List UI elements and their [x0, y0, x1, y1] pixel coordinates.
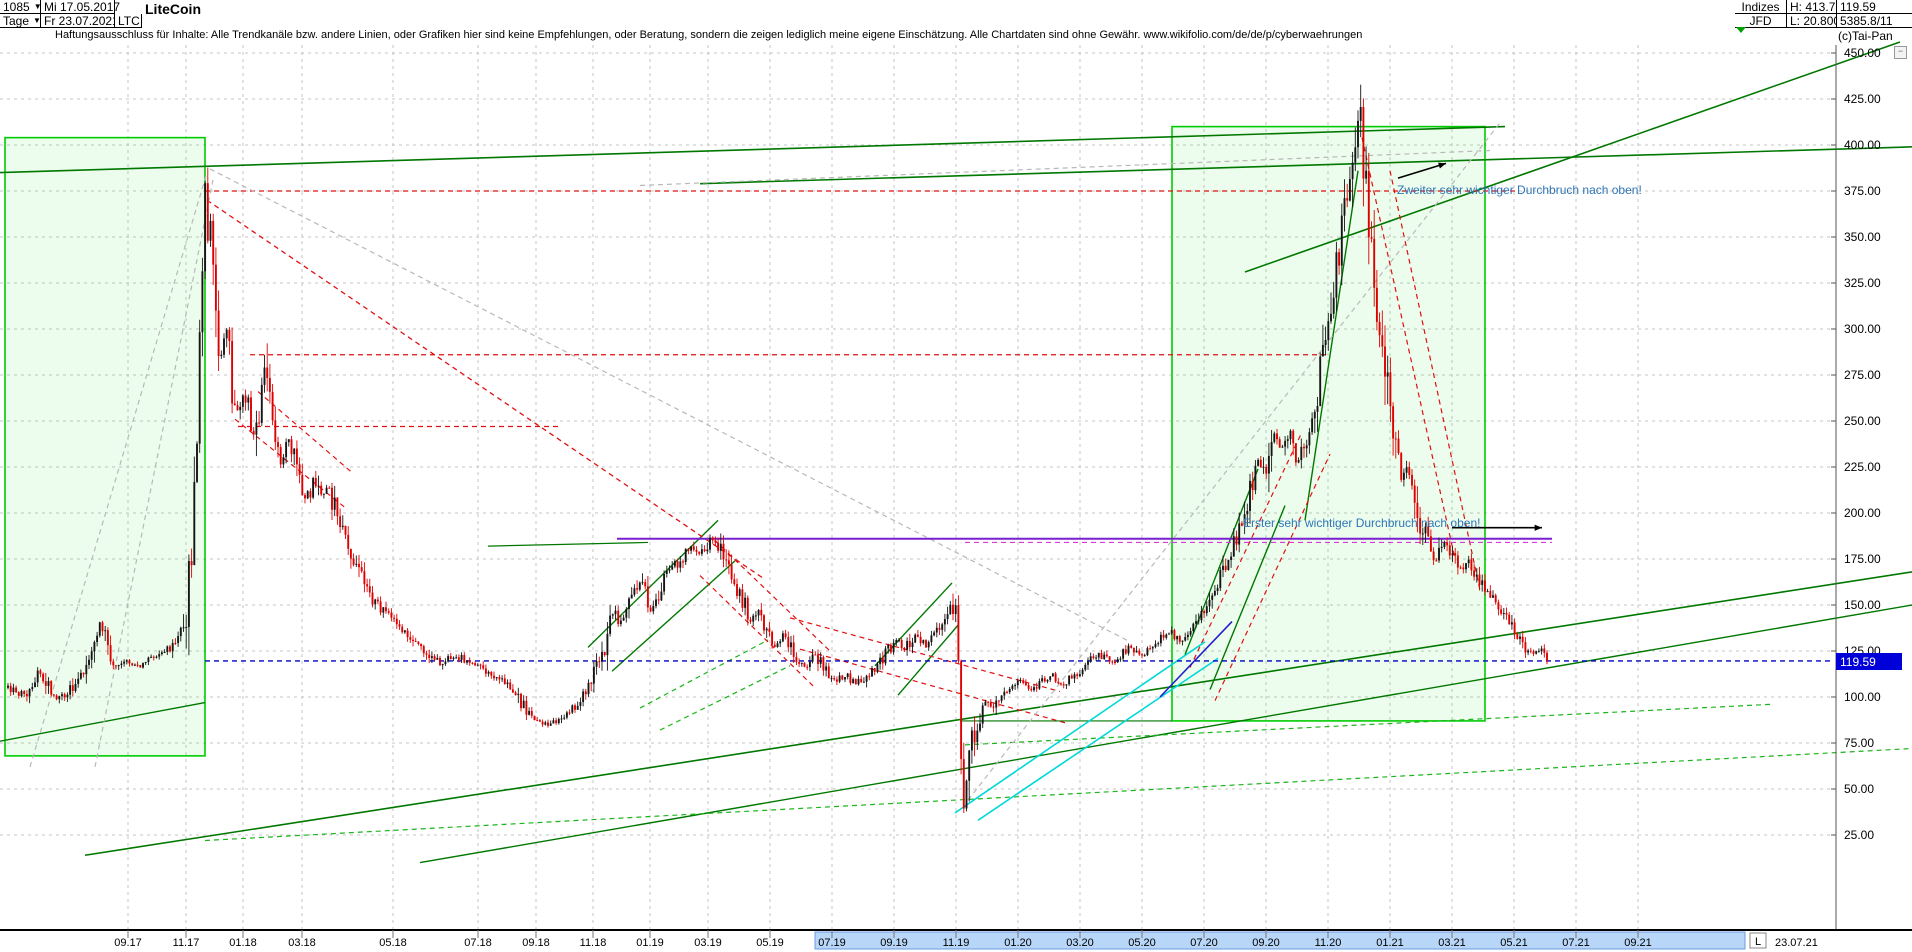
y-tick-label: 50.00: [1844, 782, 1874, 796]
provider-row1-cell: Indizes: [1735, 0, 1787, 14]
last-date-label: 23.07.21: [1775, 937, 1818, 949]
x-tick-label: 03.18: [288, 937, 316, 949]
symbol-code-cell: LTC: [115, 14, 142, 28]
x-tick-label: 09.19: [880, 937, 908, 949]
y-tick-label: 250.00: [1844, 414, 1881, 428]
x-tick-label: 11.17: [173, 937, 200, 949]
y-tick-label: 25.00: [1844, 828, 1874, 842]
x-tick-label: 05.18: [379, 937, 407, 949]
y-tick-label: 300.00: [1844, 322, 1881, 336]
current-price-value: 119.59: [1840, 655, 1876, 669]
annotation-first-breakout: Erster sehr wichtiger Durchbruch nach ob…: [1243, 516, 1480, 530]
annotation-second-breakout: Zweiter sehr wichtiger Durchbruch nach o…: [1397, 183, 1642, 197]
y-tick-label: 375.00: [1844, 184, 1881, 198]
extra-value-cell: 5385.8/11: [1837, 14, 1912, 28]
x-tick-label: 09.21: [1624, 937, 1652, 949]
x-tick-label: 03.20: [1066, 937, 1094, 949]
high-value: H: 413.78: [1790, 0, 1842, 14]
y-tick-label: 425.00: [1844, 92, 1881, 106]
x-tick-label: 07.20: [1190, 937, 1218, 949]
x-tick-label: 01.19: [636, 937, 664, 949]
x-tick-label: 09.18: [522, 937, 550, 949]
chevron-down-icon: ▼: [33, 16, 41, 25]
x-tick-label: 11.20: [1315, 937, 1342, 949]
x-tick-label: 05.20: [1128, 937, 1156, 949]
y-tick-label: 275.00: [1844, 368, 1881, 382]
x-tick-label: 03.21: [1438, 937, 1466, 949]
y-tick-label: 200.00: [1844, 506, 1881, 520]
last-price-cell: 119.59: [1837, 0, 1912, 14]
bars-count-value: 1085: [3, 0, 30, 14]
scroll-position-marker: [1736, 27, 1746, 33]
provider-row2-value: JFD: [1750, 14, 1772, 28]
x-tick-label: 01.18: [229, 937, 257, 949]
period-value: Tage: [3, 14, 29, 28]
x-tick-label: 03.19: [694, 937, 722, 949]
y-tick-label: 400.00: [1844, 138, 1881, 152]
y-tick-label: 175.00: [1844, 552, 1881, 566]
symbol-code-value: LTC: [118, 14, 140, 28]
last-bar-marker: L: [1755, 936, 1761, 948]
period-dropdown[interactable]: Tage ▼: [0, 14, 41, 28]
x-tick-label: 05.19: [756, 937, 784, 949]
date-to-value: Fr 23.07.2021: [44, 14, 119, 28]
x-tick-label: 11.18: [580, 937, 607, 949]
collapse-panel-button[interactable]: −: [1894, 46, 1907, 59]
y-tick-label: 150.00: [1844, 598, 1881, 612]
bars-count-dropdown[interactable]: 1085▼: [0, 0, 41, 14]
y-tick-label: 225.00: [1844, 460, 1881, 474]
date-to-cell: Fr 23.07.2021: [41, 14, 115, 28]
y-tick-label: 75.00: [1844, 736, 1874, 750]
y-tick-label: 325.00: [1844, 276, 1881, 290]
y-tick-label: 100.00: [1844, 690, 1881, 704]
chart-title: LiteCoin: [145, 1, 201, 17]
x-tick-label: 05.21: [1500, 937, 1528, 949]
x-tick-label: 01.20: [1004, 937, 1032, 949]
provider-row2-cell: JFD: [1735, 14, 1787, 28]
last-price-value: 119.59: [1840, 0, 1876, 14]
date-from-value: Mi 17.05.2017: [44, 0, 120, 14]
provider-row1-value: Indizes: [1741, 0, 1779, 14]
x-tick-label: 07.21: [1562, 937, 1590, 949]
disclaimer-text: Haftungsausschluss für Inhalte: Alle Tre…: [55, 29, 1362, 41]
y-tick-label: 350.00: [1844, 230, 1881, 244]
copyright-label: (c)Tai-Pan: [1838, 29, 1893, 43]
x-tick-label: 09.20: [1252, 937, 1280, 949]
x-tick-label: 01.21: [1376, 937, 1404, 949]
current-price-badge: 119.59: [1836, 653, 1902, 670]
extra-value: 5385.8/11: [1840, 14, 1893, 28]
date-from-cell: Mi 17.05.2017: [41, 0, 115, 14]
y-axis-labels: 450.00 425.00 400.00 375.00 350.00 325.00 300.…: [1831, 46, 1881, 842]
y-tick-label: 450.00: [1844, 46, 1881, 60]
x-tick-label: 07.19: [818, 937, 846, 949]
x-tick-label: 07.18: [464, 937, 492, 949]
x-tick-label: 09.17: [114, 937, 142, 949]
low-value-cell: L: 20.800: [1787, 14, 1837, 28]
x-tick-label: 11.19: [943, 937, 970, 949]
low-value: L: 20.800: [1790, 14, 1840, 28]
high-value-cell: H: 413.78: [1787, 0, 1837, 14]
price-chart[interactable]: L 23.07.21 450.00 425.00 400.00 375.00 350.00 3…: [0, 0, 1912, 952]
